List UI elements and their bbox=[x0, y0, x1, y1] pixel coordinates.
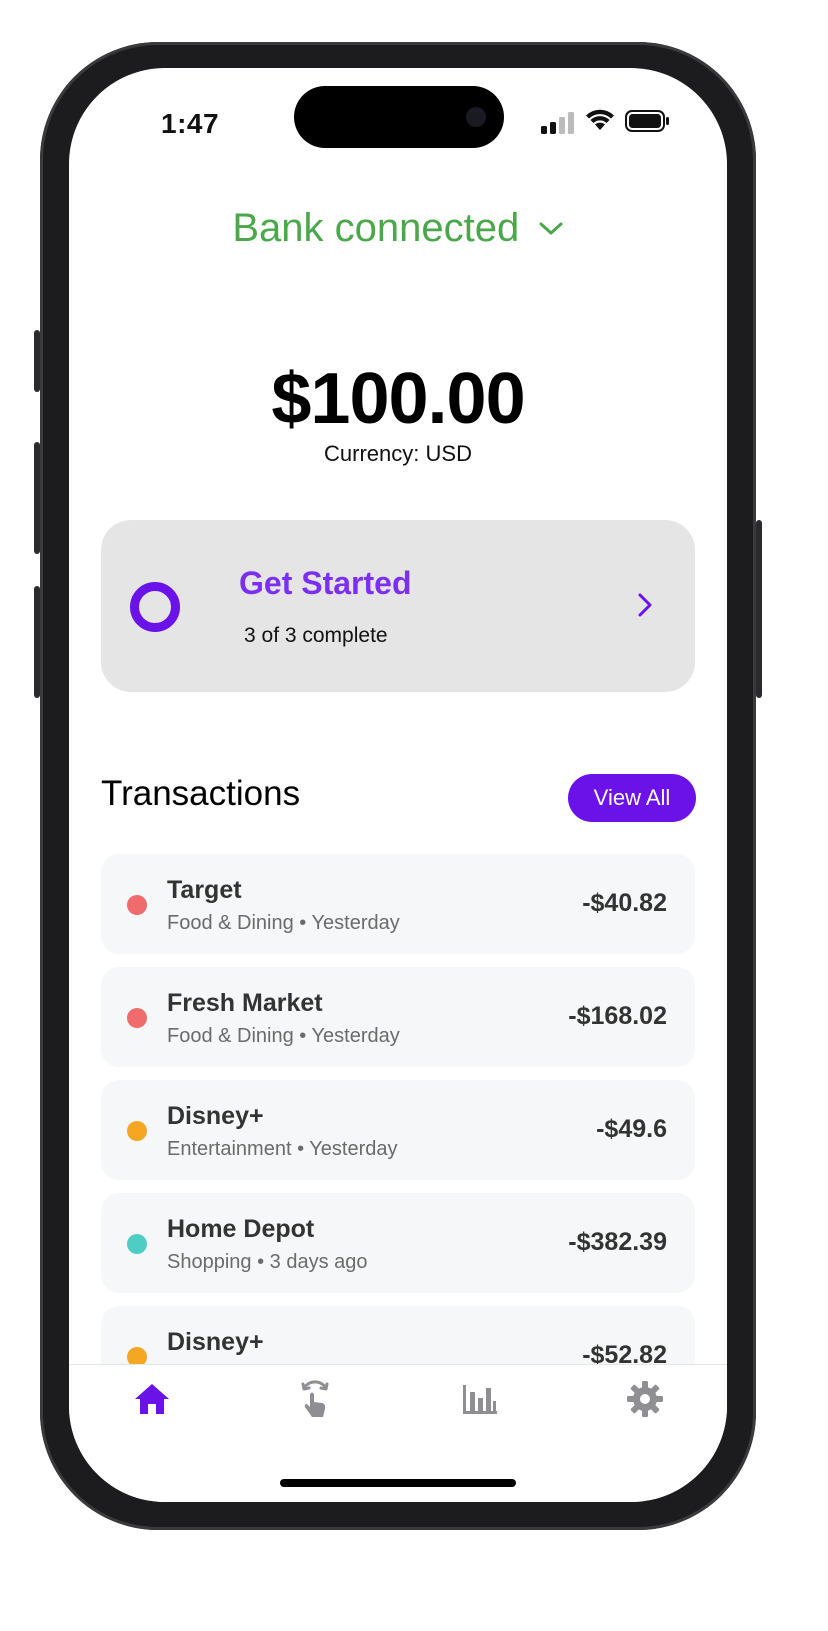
volume-up-button bbox=[34, 442, 40, 554]
transaction-category: Food & Dining bbox=[167, 1025, 294, 1047]
chevron-down-icon bbox=[539, 222, 563, 234]
transaction-merchant: Home Depot bbox=[167, 1215, 315, 1243]
power-button bbox=[756, 520, 762, 698]
transaction-amount: -$382.39 bbox=[568, 1228, 667, 1256]
progress-ring-icon bbox=[130, 582, 180, 632]
volume-down-button bbox=[34, 586, 40, 698]
transaction-row[interactable]: Home Depot Shopping • 3 days ago -$382.3… bbox=[101, 1193, 695, 1293]
home-indicator bbox=[280, 1479, 516, 1487]
get-started-progress: 3 of 3 complete bbox=[244, 624, 388, 647]
status-bar: 1:47 bbox=[69, 68, 727, 178]
camera-icon bbox=[466, 107, 486, 127]
category-dot bbox=[127, 895, 147, 915]
transaction-row[interactable]: Disney+ Entertainment • Yesterday -$49.6 bbox=[101, 1080, 695, 1180]
battery-icon bbox=[625, 110, 669, 132]
transaction-merchant: Disney+ bbox=[167, 1102, 264, 1130]
gear-icon[interactable] bbox=[625, 1379, 665, 1419]
transaction-meta: Food & Dining • Yesterday bbox=[167, 912, 400, 934]
category-dot bbox=[127, 1121, 147, 1141]
transaction-category: Food & Dining bbox=[167, 912, 294, 934]
category-dot bbox=[127, 1234, 147, 1254]
transaction-date: Yesterday bbox=[309, 1138, 398, 1160]
app-screen: 1:47 Bank connected $100.00 Currency: US… bbox=[69, 68, 727, 1502]
transaction-date: Yesterday bbox=[311, 1025, 400, 1047]
transaction-merchant: Fresh Market bbox=[167, 989, 323, 1017]
transaction-meta: Entertainment • Yesterday bbox=[167, 1138, 398, 1160]
transaction-category: Entertainment bbox=[167, 1138, 292, 1160]
transaction-amount: -$49.6 bbox=[596, 1115, 667, 1143]
balance-amount: $100.00 bbox=[271, 359, 525, 439]
bank-connection-selector[interactable]: Bank connected bbox=[69, 206, 727, 251]
home-icon[interactable] bbox=[132, 1379, 172, 1419]
chevron-right-icon bbox=[638, 593, 652, 617]
transaction-merchant: Target bbox=[167, 876, 242, 904]
transaction-date: Yesterday bbox=[311, 912, 400, 934]
transaction-row[interactable]: Fresh Market Food & Dining • Yesterday -… bbox=[101, 967, 695, 1067]
transactions-list: Target Food & Dining • Yesterday -$40.82… bbox=[101, 854, 695, 1419]
transaction-amount: -$168.02 bbox=[568, 1002, 667, 1030]
bank-status-label: Bank connected bbox=[232, 206, 520, 250]
transaction-meta: Food & Dining • Yesterday bbox=[167, 1025, 400, 1047]
action-button bbox=[34, 330, 40, 392]
get-started-card[interactable]: Get Started 3 of 3 complete bbox=[101, 520, 695, 692]
transaction-amount: -$40.82 bbox=[582, 889, 667, 917]
transactions-heading: Transactions bbox=[101, 774, 301, 813]
currency-label: Currency: USD bbox=[324, 441, 472, 466]
category-dot bbox=[127, 1008, 147, 1028]
tab-bar bbox=[69, 1364, 727, 1502]
status-time: 1:47 bbox=[161, 108, 220, 139]
get-started-title: Get Started bbox=[239, 565, 412, 601]
transaction-merchant: Disney+ bbox=[167, 1328, 264, 1356]
dynamic-island bbox=[294, 86, 504, 148]
transaction-meta: Shopping • 3 days ago bbox=[167, 1251, 368, 1273]
tap-gesture-icon[interactable] bbox=[295, 1379, 335, 1419]
transaction-date: 3 days ago bbox=[269, 1251, 368, 1273]
bar-chart-icon[interactable] bbox=[460, 1379, 500, 1419]
wifi-icon bbox=[586, 109, 614, 130]
view-all-button[interactable]: View All bbox=[568, 774, 696, 822]
cellular-signal-icon bbox=[541, 112, 574, 134]
transaction-category: Shopping bbox=[167, 1251, 252, 1273]
transaction-row[interactable]: Target Food & Dining • Yesterday -$40.82 bbox=[101, 854, 695, 954]
